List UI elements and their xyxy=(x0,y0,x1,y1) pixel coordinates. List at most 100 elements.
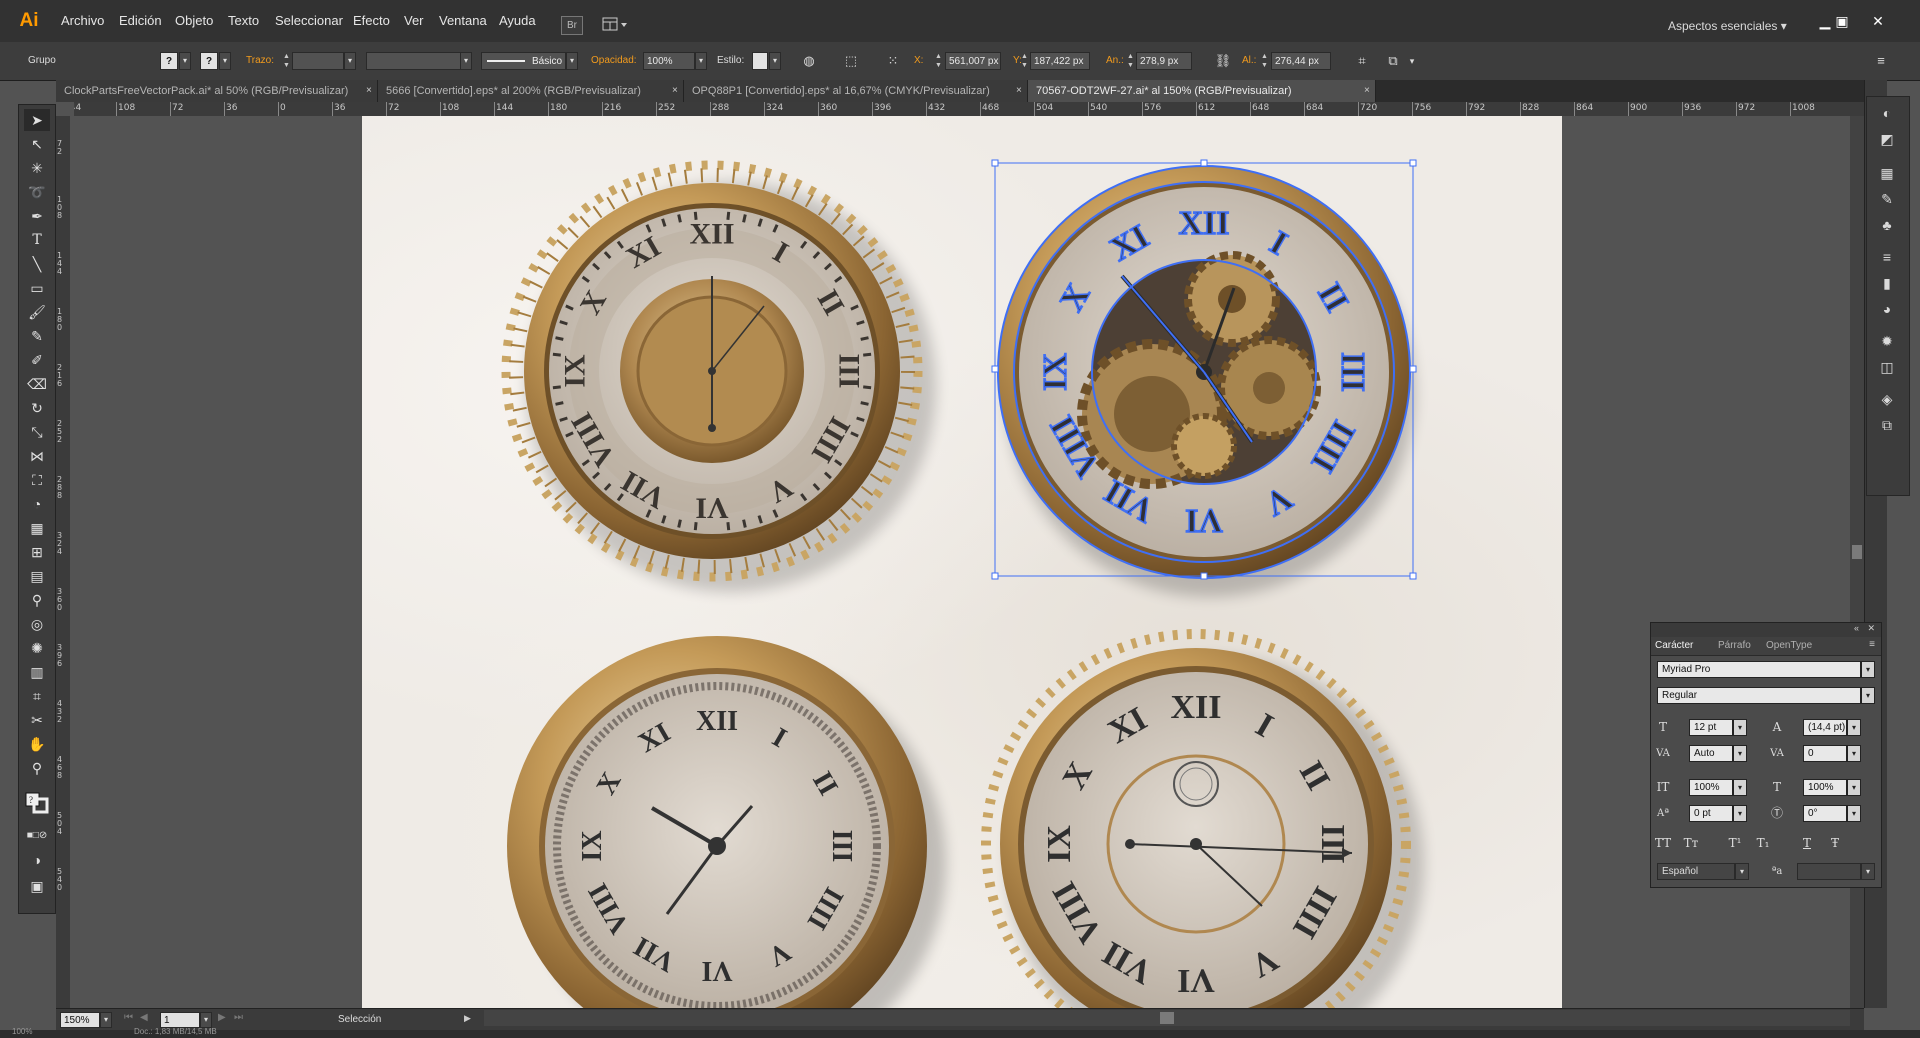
superscript-button[interactable]: T¹ xyxy=(1725,835,1745,852)
fill-swatch[interactable]: ? xyxy=(160,52,178,70)
bbox-handle-r[interactable] xyxy=(1409,365,1417,373)
close-tab-icon[interactable]: × xyxy=(1016,80,1022,102)
vertical-ruler[interactable]: 7 2 1 0 8 1 4 4 1 8 0 2 1 6 2 5 2 2 8 8 3 2 4 3 … xyxy=(56,116,71,1008)
bbox-handle-br[interactable] xyxy=(1409,572,1417,580)
column-graph-tool-icon[interactable]: ▥ xyxy=(24,661,50,683)
artboard-tool-icon[interactable]: ⌗ xyxy=(24,685,50,707)
constrain-proportions-icon[interactable]: ⛓ xyxy=(1214,52,1232,70)
fill-dropdown[interactable]: ▾ xyxy=(179,52,191,70)
graphic-styles-panel-icon[interactable]: ◫ xyxy=(1876,357,1898,377)
lasso-tool-icon[interactable]: ➰ xyxy=(24,181,50,203)
slice-tool-icon[interactable]: ✂ xyxy=(24,709,50,731)
artboard-number-field[interactable]: 1 xyxy=(160,1012,200,1028)
leading-dropdown[interactable]: ▾ xyxy=(1847,719,1861,736)
stroke-color-dropdown[interactable]: ▾ xyxy=(219,52,231,70)
font-style-dropdown[interactable]: ▾ xyxy=(1861,687,1875,704)
color-guide-icon[interactable]: ◩ xyxy=(1876,129,1898,149)
subscript-button[interactable]: T₁ xyxy=(1753,835,1773,852)
x-label[interactable]: X: xyxy=(914,55,923,66)
free-transform-tool-icon[interactable]: ⛶ xyxy=(24,469,50,491)
zoom-dropdown[interactable]: ▾ xyxy=(100,1012,112,1028)
opacity-dropdown[interactable]: ▾ xyxy=(695,52,707,70)
workspace-switcher[interactable]: Aspectos esenciales ▾ xyxy=(1668,19,1787,33)
height-stepper[interactable]: ▲ ▼ xyxy=(1260,52,1269,70)
font-size-field[interactable]: 12 pt xyxy=(1689,719,1733,736)
selection-tool-icon[interactable]: ➤ xyxy=(24,109,50,131)
transparency-panel-icon[interactable]: ◕ xyxy=(1876,299,1898,319)
collapse-panel-icon[interactable]: « xyxy=(1854,623,1859,633)
leading-field[interactable]: (14,4 pt) xyxy=(1803,719,1847,736)
stroke-panel-icon[interactable]: ≡ xyxy=(1876,247,1898,267)
strikethrough-button[interactable]: Ŧ xyxy=(1825,835,1845,852)
panel-menu-icon[interactable]: ≡ xyxy=(1872,52,1890,70)
width-field[interactable]: 278,9 px xyxy=(1136,52,1192,70)
stroke-weight-stepper[interactable]: ▲ ▼ xyxy=(282,52,291,70)
kerning-field[interactable]: Auto xyxy=(1689,745,1733,762)
draw-mode-icon[interactable]: ◑ xyxy=(24,849,50,871)
gradient-tool-icon[interactable]: ▤ xyxy=(24,565,50,587)
stroke-weight-field[interactable] xyxy=(292,52,344,70)
document-tab[interactable]: OPQ88P1 [Convertido].eps* al 16,67% (CMY… xyxy=(684,80,1028,102)
graphic-style-swatch[interactable] xyxy=(752,52,768,70)
menu-ventana[interactable]: Ventana xyxy=(439,13,487,28)
tab-parrafo[interactable]: Párrafo xyxy=(1718,640,1751,651)
status-menu-icon[interactable]: ▶ xyxy=(464,1013,471,1024)
close-tab-icon[interactable]: × xyxy=(1364,80,1370,102)
perspective-grid-tool-icon[interactable]: ▦ xyxy=(24,517,50,539)
graphic-style-dropdown[interactable]: ▾ xyxy=(769,52,781,70)
width-tool-icon[interactable]: ⋈ xyxy=(24,445,50,467)
symbol-sprayer-tool-icon[interactable]: ✺ xyxy=(24,637,50,659)
first-artboard-icon[interactable]: ⏮ xyxy=(124,1012,133,1023)
appearance-panel-icon[interactable]: ✹ xyxy=(1876,331,1898,351)
bbox-handle-tl[interactable] xyxy=(991,159,999,167)
stroke-weight-dropdown[interactable]: ▾ xyxy=(344,52,356,70)
tracking-field[interactable]: 0 xyxy=(1803,745,1847,762)
eyedropper-tool-icon[interactable]: ⚲ xyxy=(24,589,50,611)
tracking-dropdown[interactable]: ▾ xyxy=(1847,745,1861,762)
vertical-scale-dropdown[interactable]: ▾ xyxy=(1733,779,1747,796)
symbols-panel-icon[interactable]: ♣ xyxy=(1876,215,1898,235)
arrange-documents-button[interactable] xyxy=(602,16,628,33)
transform-reference-icon[interactable]: ⁙ xyxy=(884,52,902,70)
zoom-field[interactable]: 150% xyxy=(60,1012,100,1028)
bbox-handle-tr[interactable] xyxy=(1409,159,1417,167)
artboard-dropdown[interactable]: ▾ xyxy=(200,1012,212,1028)
stroke-swatch[interactable]: ? xyxy=(200,52,218,70)
fill-stroke-swatches[interactable]: ? xyxy=(24,785,50,815)
menu-edicion[interactable]: Edición xyxy=(119,13,162,28)
opacity-label[interactable]: Opacidad: xyxy=(591,55,637,66)
magic-wand-tool-icon[interactable]: ✳ xyxy=(24,157,50,179)
drawing-modes-icon[interactable]: ■□⊘ xyxy=(24,825,50,847)
paintbrush-tool-icon[interactable]: 🖌 xyxy=(24,301,50,323)
vertical-scroll-thumb[interactable] xyxy=(1852,545,1862,559)
vertical-scale-field[interactable]: 100% xyxy=(1689,779,1733,796)
x-stepper[interactable]: ▲ ▼ xyxy=(934,52,943,70)
gradient-panel-icon[interactable]: ▮ xyxy=(1876,273,1898,293)
zoom-tool-icon[interactable]: ⚲ xyxy=(24,757,50,779)
bbox-handle-b[interactable] xyxy=(1200,572,1208,580)
clock-ornate-top-left[interactable]: XIIIIIIIIIIIIVVIVIIVIIIIXXXI xyxy=(501,160,936,592)
all-caps-button[interactable]: TT xyxy=(1653,835,1673,852)
line-tool-icon[interactable]: ╲ xyxy=(24,253,50,275)
brushes-panel-icon[interactable]: ✎ xyxy=(1876,189,1898,209)
baseline-shift-dropdown[interactable]: ▾ xyxy=(1733,805,1747,822)
align-selection-icon[interactable]: ⬚ xyxy=(842,52,860,70)
close-window-button[interactable]: ✕ xyxy=(1868,13,1888,29)
tab-caracter[interactable]: Carácter xyxy=(1655,640,1693,651)
menu-efecto[interactable]: Efecto xyxy=(353,13,390,28)
width-label[interactable]: An.: xyxy=(1106,55,1124,66)
shape-builder-tool-icon[interactable]: ◔ xyxy=(24,493,50,515)
underline-button[interactable]: T xyxy=(1797,835,1817,852)
last-artboard-icon[interactable]: ⏭ xyxy=(234,1012,243,1023)
menu-texto[interactable]: Texto xyxy=(228,13,259,28)
blob-brush-tool-icon[interactable]: ✐ xyxy=(24,349,50,371)
horizontal-scroll-thumb[interactable] xyxy=(1160,1012,1174,1024)
pencil-tool-icon[interactable]: ✎ xyxy=(24,325,50,347)
menu-ayuda[interactable]: Ayuda xyxy=(499,13,536,28)
variable-width-field[interactable] xyxy=(366,52,462,70)
mesh-tool-icon[interactable]: ⊞ xyxy=(24,541,50,563)
transform-panel-icon[interactable]: ⌗ xyxy=(1353,52,1371,70)
artboards-panel-icon[interactable]: ⧉ xyxy=(1876,415,1898,435)
document-tab[interactable]: ClockPartsFreeVectorPack.ai* al 50% (RGB… xyxy=(56,80,378,102)
menu-archivo[interactable]: Archivo xyxy=(61,13,104,28)
